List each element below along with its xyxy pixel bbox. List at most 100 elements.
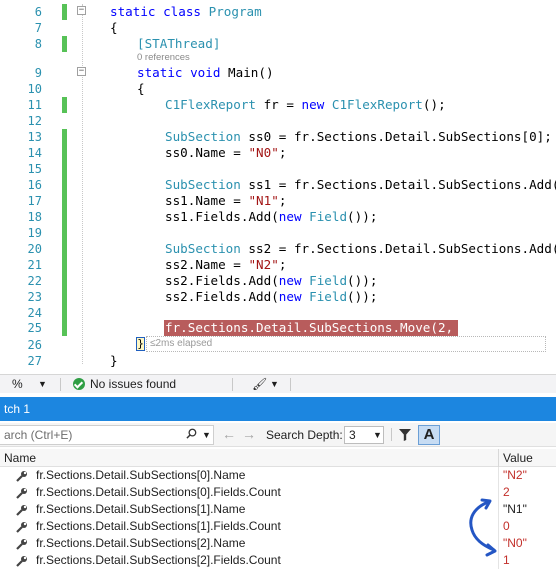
code-line: 11 C1FlexReport fr = new C1FlexReport(); — [0, 97, 556, 113]
code-text: ss2.Fields.Add(new Field()); — [165, 289, 378, 304]
code-line: 23 ss2.Fields.Add(new Field()); — [0, 289, 556, 305]
issues-status[interactable]: No issues found — [90, 375, 176, 393]
line-number: 11 — [27, 98, 42, 112]
code-editor[interactable]: − − 6 static class Program 7 { 8 [STAThr… — [0, 0, 556, 372]
search-input[interactable]: arch (Ctrl+E) ▼ — [0, 425, 214, 445]
watch-row[interactable]: fr.Sections.Detail.SubSections[0].Name "… — [0, 467, 556, 484]
watch-expression[interactable]: fr.Sections.Detail.SubSections[0].Name — [36, 467, 245, 484]
code-line: 22 ss2.Fields.Add(new Field()); — [0, 273, 556, 289]
watch-value[interactable]: "N0" — [503, 535, 527, 552]
chevron-down-icon[interactable]: ▼ — [202, 426, 211, 444]
property-wrench-icon — [16, 505, 27, 516]
line-number: 15 — [27, 162, 42, 176]
code-line: 13 SubSection ss0 = fr.Sections.Detail.S… — [0, 129, 556, 145]
change-indicator — [62, 97, 67, 113]
code-text: static class Program — [110, 4, 262, 19]
code-line: 14 ss0.Name = "N0"; — [0, 145, 556, 161]
property-wrench-icon — [16, 556, 27, 567]
line-number: 24 — [27, 306, 42, 320]
code-line: 24 — [0, 305, 556, 321]
watch-expression[interactable]: fr.Sections.Detail.SubSections[1].Fields… — [36, 518, 281, 535]
change-indicator — [62, 305, 67, 321]
zoom-level[interactable]: % — [12, 375, 23, 393]
column-name-header[interactable]: Name — [4, 449, 36, 467]
code-line: 15 — [0, 161, 556, 177]
search-placeholder: arch (Ctrl+E) — [4, 428, 73, 442]
change-indicator — [62, 241, 67, 257]
editor-status-bar: % ▼ No issues found 🖌 ▼ — [0, 374, 556, 393]
watch-toolbar: arch (Ctrl+E) ▼ ← → Search Depth: 3 ▼ A — [0, 423, 556, 447]
watch-value[interactable]: 2 — [503, 484, 510, 501]
change-indicator — [62, 177, 67, 193]
line-number: 25 — [27, 321, 42, 335]
line-number: 21 — [27, 258, 42, 272]
case-toggle-button[interactable]: A — [418, 425, 440, 445]
line-number: 19 — [27, 226, 42, 240]
code-text: { — [137, 81, 145, 96]
change-indicator — [62, 4, 67, 20]
code-line: 16 SubSection ss1 = fr.Sections.Detail.S… — [0, 177, 556, 193]
line-number: 17 — [27, 194, 42, 208]
change-indicator — [62, 320, 67, 336]
column-value-header[interactable]: Value — [503, 449, 533, 467]
watch-value[interactable]: "N1" — [503, 501, 527, 518]
code-text: ss2.Name = "N2"; — [165, 257, 287, 272]
change-indicator — [62, 161, 67, 177]
divider — [232, 378, 233, 391]
property-wrench-icon — [16, 539, 27, 550]
check-circle-icon — [73, 378, 85, 390]
watch-value[interactable]: 1 — [503, 552, 510, 569]
code-line: 12 — [0, 113, 556, 129]
column-divider[interactable] — [498, 449, 499, 467]
divider — [391, 428, 392, 441]
watch-expression[interactable]: fr.Sections.Detail.SubSections[1].Name — [36, 501, 245, 518]
line-number: 22 — [27, 274, 42, 288]
search-depth-value: 3 — [349, 428, 356, 442]
change-indicator — [62, 193, 67, 209]
watch-value[interactable]: 0 — [503, 518, 510, 535]
change-indicator — [62, 257, 67, 273]
change-indicator — [62, 273, 67, 289]
code-line: 8 [STAThread] — [0, 36, 556, 52]
property-wrench-icon — [16, 471, 27, 482]
watch-value[interactable]: "N2" — [503, 467, 527, 484]
watch-expression[interactable]: fr.Sections.Detail.SubSections[2].Name — [36, 535, 245, 552]
code-text: SubSection ss0 = fr.Sections.Detail.SubS… — [165, 129, 552, 144]
code-text: ss2.Fields.Add(new Field()); — [165, 273, 378, 288]
search-forward-icon[interactable]: → — [242, 425, 256, 443]
search-depth-label: Search Depth: — [266, 428, 343, 442]
code-text: } — [110, 353, 118, 368]
search-icon[interactable] — [186, 428, 197, 439]
line-number: 23 — [27, 290, 42, 304]
watch-expression[interactable]: fr.Sections.Detail.SubSections[0].Fields… — [36, 484, 281, 501]
line-number: 6 — [34, 5, 42, 19]
text-caret: } — [136, 337, 145, 351]
perf-tip[interactable]: ≤2ms elapsed — [150, 337, 212, 351]
chevron-down-icon[interactable]: ▼ — [38, 375, 47, 393]
change-indicator — [62, 225, 67, 241]
search-depth-select[interactable]: 3 ▼ — [344, 426, 384, 444]
swap-annotation-arrow — [469, 498, 497, 557]
watch-window-title[interactable]: tch 1 — [0, 397, 556, 421]
code-cleanup-icon[interactable]: 🖌 — [252, 375, 267, 393]
code-line: 9 static void Main() — [0, 65, 556, 81]
line-number: 7 — [34, 21, 42, 35]
divider — [60, 378, 61, 391]
property-wrench-icon — [16, 522, 27, 533]
change-indicator — [62, 289, 67, 305]
filter-icon[interactable] — [399, 429, 411, 441]
code-line: 7 { — [0, 20, 556, 36]
line-number: 14 — [27, 146, 42, 160]
line-number: 20 — [27, 242, 42, 256]
search-back-icon[interactable]: ← — [222, 425, 236, 443]
line-number: 26 — [27, 338, 42, 352]
watch-column-header: Name Value — [0, 449, 556, 467]
code-text: ss0.Name = "N0"; — [165, 145, 287, 160]
codelens-references[interactable]: 0 references — [137, 52, 190, 63]
change-indicator — [62, 209, 67, 225]
line-number: 9 — [34, 66, 42, 80]
code-line: 27 } — [0, 353, 556, 369]
watch-expression[interactable]: fr.Sections.Detail.SubSections[2].Fields… — [36, 552, 281, 569]
chevron-down-icon[interactable]: ▼ — [270, 375, 279, 393]
divider — [290, 378, 291, 391]
